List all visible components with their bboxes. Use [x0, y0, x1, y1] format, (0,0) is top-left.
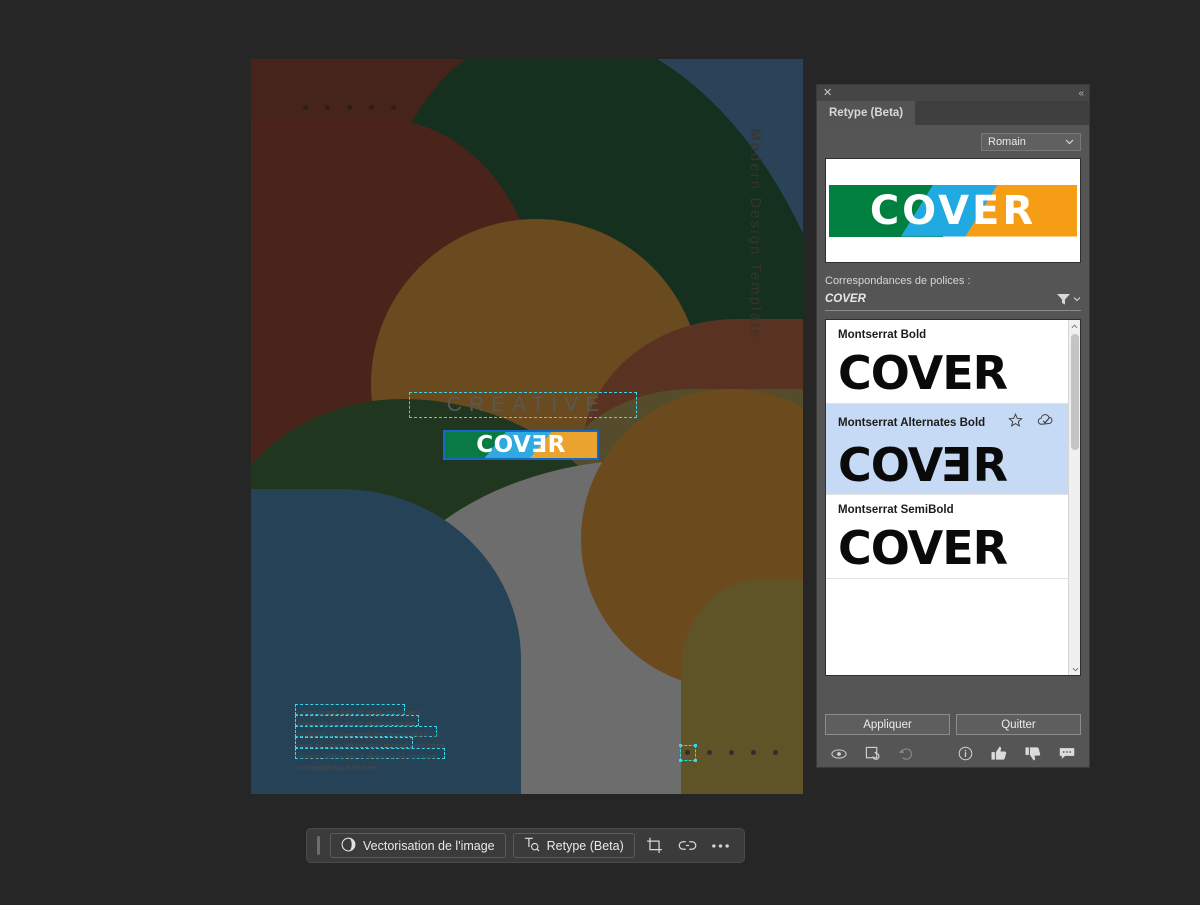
contextual-floating-toolbar[interactable]: Vectorisation de l'image Retype (Beta)	[306, 828, 745, 863]
artboard-canvas[interactable]: Modern Design Template CREATIVE COV E R Lo…	[251, 59, 803, 794]
creative-heading-text[interactable]: CREATIVE	[409, 392, 637, 418]
font-matches-list[interactable]: Montserrat Bold COVER Montserrat Alterna…	[825, 319, 1081, 676]
info-icon[interactable]	[958, 746, 973, 761]
preview-logo-text: COVER	[869, 187, 1037, 234]
retype-panel: ✕ « Retype (Beta) Romain COVER Correspon…	[816, 84, 1090, 768]
retype-beta-label: Retype (Beta)	[546, 838, 624, 853]
more-options-icon[interactable]	[708, 833, 734, 858]
dot	[325, 105, 330, 110]
font-list-item-header: Montserrat Alternates Bold	[838, 412, 1068, 433]
vertical-template-label[interactable]: Modern Design Template	[743, 99, 767, 369]
panel-tab-bar: Retype (Beta)	[817, 101, 1089, 125]
filter-funnel-icon[interactable]	[1056, 292, 1081, 306]
font-sample-reversed-e: E	[942, 437, 973, 492]
preview-logo-artwork: COVER	[829, 184, 1077, 237]
dot	[369, 105, 374, 110]
collapse-panel-icon[interactable]: «	[1078, 88, 1083, 99]
dot	[707, 750, 712, 755]
script-language-select[interactable]: Romain	[981, 133, 1081, 151]
eye-icon[interactable]	[831, 748, 847, 760]
star-favorite-icon[interactable]	[1008, 412, 1023, 433]
cover-logo-text-after: R	[547, 432, 566, 458]
font-sample-suffix: R	[972, 437, 1008, 492]
font-sample-preview: COVER	[838, 437, 1068, 495]
font-query-text: COVER	[825, 293, 866, 305]
toolbar-drag-handle[interactable]	[317, 836, 320, 855]
undo-icon	[898, 747, 913, 760]
body-paragraph-text: Lorem ipsum dolor sit amet, consectetur …	[297, 710, 445, 772]
panel-action-buttons: Appliquer Quitter	[825, 714, 1081, 735]
scroll-up-icon[interactable]	[1069, 320, 1080, 332]
font-list-scrollbar[interactable]	[1068, 320, 1080, 675]
image-trace-label: Vectorisation de l'image	[363, 838, 495, 853]
font-list-item[interactable]: Montserrat Bold COVER	[826, 320, 1080, 404]
font-list-item-header: Montserrat SemiBold	[838, 504, 1068, 516]
panel-footer: Appliquer Quitter	[817, 706, 1089, 767]
decorative-dots-bottom	[685, 750, 778, 755]
dot	[729, 750, 734, 755]
decorative-dots-top	[303, 105, 396, 110]
dot	[773, 750, 778, 755]
font-name: Montserrat Alternates Bold	[838, 416, 986, 429]
selected-text-preview: COVER	[825, 158, 1081, 263]
image-trace-button[interactable]: Vectorisation de l'image	[330, 833, 506, 858]
scrollbar-thumb[interactable]	[1071, 334, 1079, 450]
crop-icon[interactable]	[642, 833, 668, 858]
script-language-value: Romain	[988, 136, 1026, 148]
dot	[751, 750, 756, 755]
footer-icons-left	[831, 746, 913, 761]
language-select-row: Romain	[825, 125, 1081, 151]
font-list-item[interactable]: Montserrat SemiBold COVER	[826, 495, 1080, 579]
quit-button[interactable]: Quitter	[956, 714, 1081, 735]
cover-logo-text-before: COV	[476, 432, 532, 458]
cover-logo-text-reversed-e: E	[531, 432, 548, 458]
retype-icon	[524, 837, 540, 855]
font-sample-prefix: COV	[838, 437, 943, 492]
thumbs-down-icon[interactable]	[1025, 746, 1041, 761]
body-paragraph-selection[interactable]: Lorem ipsum dolor sit amet, consectetur …	[295, 704, 447, 772]
font-query-row: COVER	[825, 292, 1081, 311]
cover-logo-object[interactable]: COV E R	[443, 430, 599, 460]
cover-logo-text: COV E R	[445, 432, 597, 458]
application-window: Modern Design Template CREATIVE COV E R Lo…	[0, 0, 1200, 905]
font-name: Montserrat SemiBold	[838, 504, 954, 516]
link-icon[interactable]	[675, 833, 701, 858]
vertical-template-label-text: Modern Design Template	[747, 128, 763, 340]
tab-retype-beta[interactable]: Retype (Beta)	[817, 101, 916, 125]
image-trace-icon	[341, 837, 356, 855]
comment-icon[interactable]	[1059, 747, 1075, 760]
thumbs-up-icon[interactable]	[991, 746, 1007, 761]
font-name: Montserrat Bold	[838, 329, 927, 341]
replace-image-icon[interactable]	[865, 746, 880, 761]
shape-olive-lower-right	[681, 579, 803, 794]
panel-body: Romain COVER Correspondances de polices …	[817, 125, 1089, 706]
scroll-down-icon[interactable]	[1069, 663, 1080, 675]
font-item-actions	[1008, 412, 1068, 433]
font-sample-preview: COVER	[838, 346, 1008, 400]
chevron-down-icon	[1065, 137, 1074, 147]
panel-titlebar: ✕ «	[817, 85, 1089, 101]
dot	[347, 105, 352, 110]
apply-button[interactable]: Appliquer	[825, 714, 950, 735]
font-sample-preview: COVER	[838, 521, 1008, 575]
font-list-item-header: Montserrat Bold	[838, 329, 1068, 341]
footer-icons-right	[958, 746, 1075, 761]
selected-dot-marker[interactable]	[679, 744, 697, 762]
font-matches-label: Correspondances de polices :	[825, 275, 971, 287]
dot	[391, 105, 396, 110]
font-list-item-selected[interactable]: Montserrat Alternates Bold COVER	[826, 403, 1080, 495]
panel-footer-icons	[825, 746, 1081, 761]
cloud-activate-icon[interactable]	[1037, 413, 1054, 432]
close-icon[interactable]: ✕	[823, 87, 832, 99]
dot	[303, 105, 308, 110]
retype-beta-button[interactable]: Retype (Beta)	[512, 833, 635, 858]
